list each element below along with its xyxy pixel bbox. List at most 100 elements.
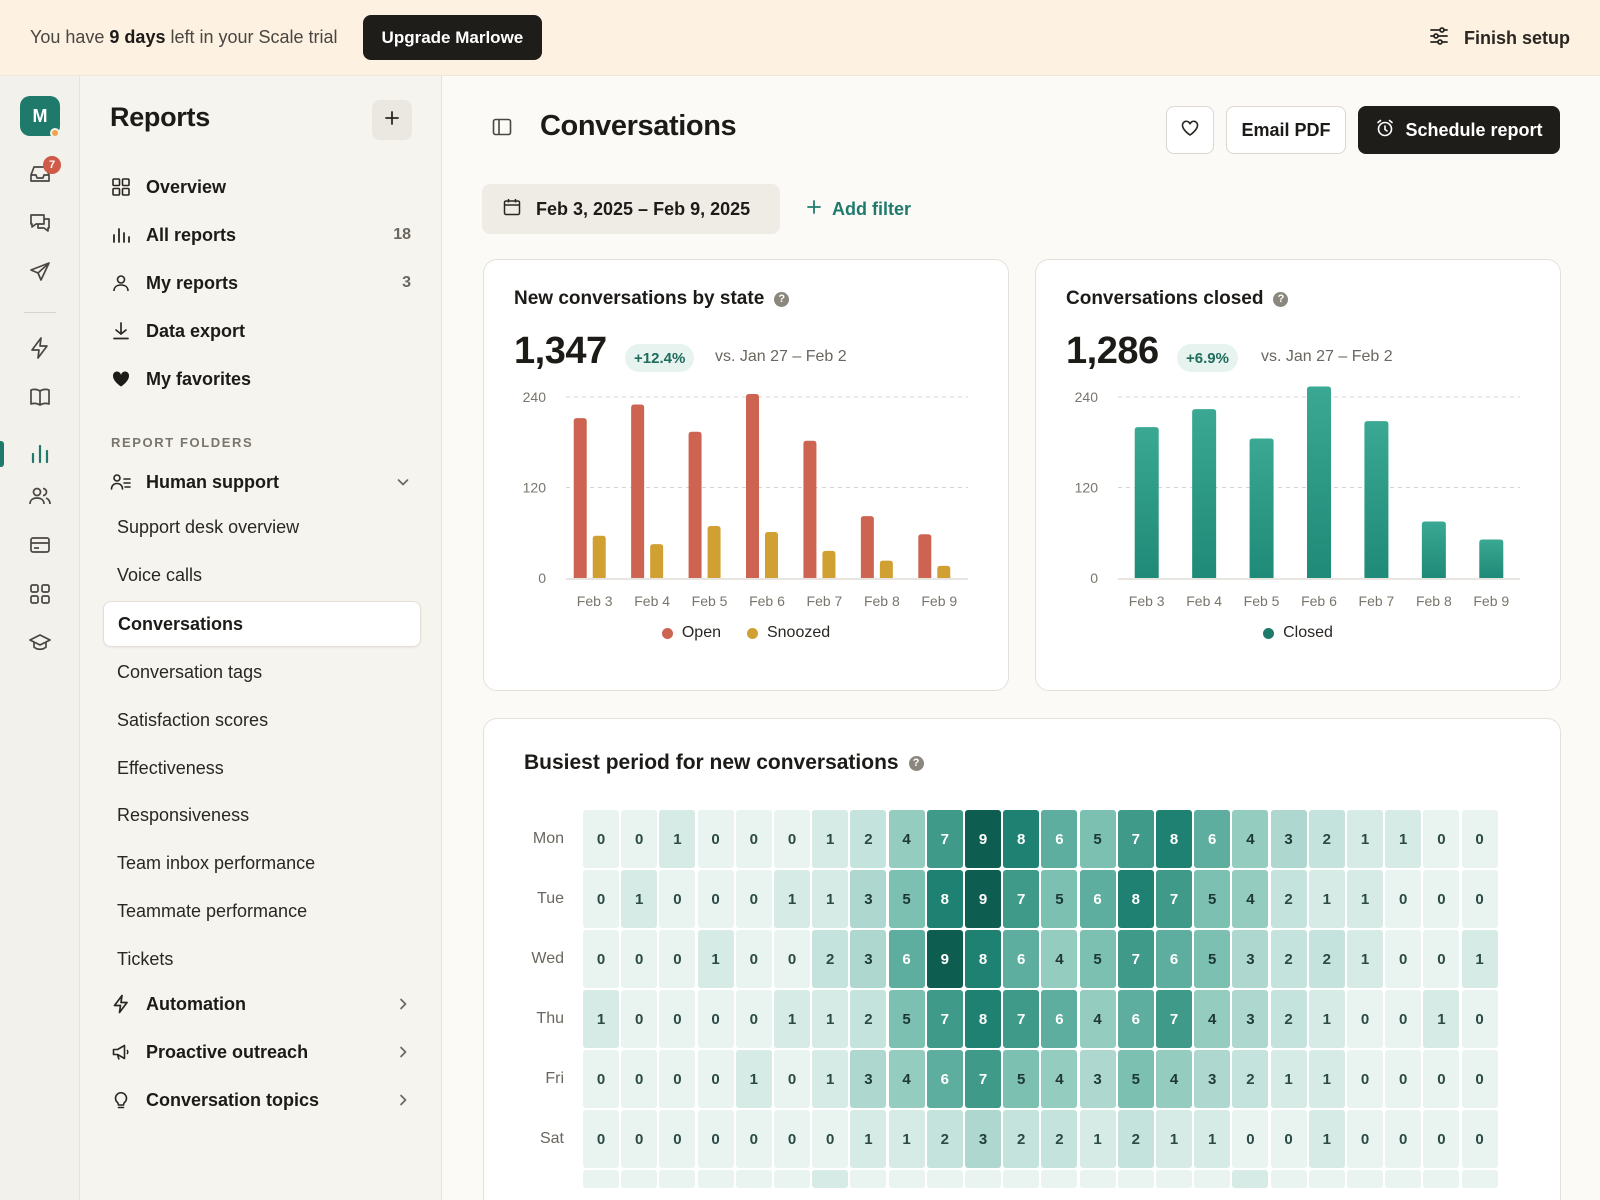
heatmap-cell[interactable]: 8 [926, 870, 963, 928]
heatmap-cell[interactable]: 0 [659, 1050, 696, 1108]
heatmap-cell[interactable]: 1 [812, 1050, 849, 1108]
date-range-picker[interactable]: Feb 3, 2025 – Feb 9, 2025 [482, 184, 780, 234]
heatmap-cell[interactable]: 5 [888, 990, 925, 1048]
bar-closed[interactable] [1192, 409, 1217, 578]
bar-snoozed[interactable] [592, 535, 606, 578]
sidebar-item-data-export[interactable]: Data export [110, 311, 411, 351]
schedule-report-button[interactable]: Schedule report [1358, 106, 1560, 154]
heatmap-cell[interactable]: 0 [697, 1050, 734, 1108]
heatmap-cell[interactable]: 7 [926, 990, 963, 1048]
heatmap-cell[interactable]: 0 [1461, 810, 1498, 868]
heatmap-cell[interactable]: 0 [1385, 1050, 1422, 1108]
heatmap-cell[interactable]: 0 [659, 990, 696, 1048]
heatmap-cell[interactable]: 7 [1156, 990, 1192, 1048]
bar-chart-icon[interactable] [26, 440, 54, 468]
apps-icon[interactable] [26, 580, 54, 608]
help-icon[interactable]: ? [908, 755, 924, 771]
heatmap-cell[interactable]: 3 [850, 870, 887, 928]
heatmap-cell[interactable]: 5 [1194, 870, 1231, 928]
heatmap-cell[interactable]: 6 [1079, 870, 1116, 928]
heatmap-cell[interactable]: 0 [621, 990, 658, 1048]
folder-proactive-outreach[interactable]: Proactive outreach [110, 1032, 411, 1072]
heatmap-cell[interactable]: 1 [697, 930, 734, 988]
heatmap-cell[interactable] [1385, 1170, 1422, 1188]
heatmap-cell[interactable]: 1 [1308, 1110, 1345, 1168]
bar-closed[interactable] [1421, 521, 1446, 578]
heatmap-cell[interactable]: 0 [697, 810, 734, 868]
heatmap-cell[interactable]: 5 [1194, 930, 1231, 988]
bar-closed[interactable] [1249, 438, 1274, 578]
heatmap-cell[interactable]: 7 [1003, 990, 1040, 1048]
finish-setup-button[interactable]: Finish setup [1428, 0, 1570, 76]
heatmap-cell[interactable]: 7 [926, 810, 963, 868]
heatmap-cell[interactable]: 0 [774, 930, 810, 988]
heatmap-cell[interactable]: 4 [1232, 810, 1269, 868]
heatmap-cell[interactable]: 0 [735, 930, 772, 988]
subitem-responsiveness[interactable]: Responsiveness [117, 793, 249, 837]
heatmap-cell[interactable]: 1 [621, 870, 658, 928]
subitem-voice-calls[interactable]: Voice calls [117, 553, 202, 597]
heatmap-cell[interactable]: 1 [1308, 990, 1345, 1048]
folder-automation[interactable]: Automation [110, 984, 411, 1024]
heatmap-cell[interactable]: 1 [1079, 1110, 1116, 1168]
bar-snoozed[interactable] [879, 560, 893, 578]
bar-open[interactable] [746, 393, 759, 578]
send-icon[interactable] [26, 258, 54, 286]
heatmap-cell[interactable] [583, 1170, 619, 1188]
subitem-effectiveness[interactable]: Effectiveness [117, 746, 224, 790]
bar-open[interactable] [688, 431, 702, 578]
heatmap-cell[interactable]: 7 [965, 1050, 1001, 1108]
heatmap-cell[interactable]: 2 [850, 810, 887, 868]
heatmap-cell[interactable]: 0 [1347, 990, 1383, 1048]
heatmap-cell[interactable]: 3 [1232, 930, 1269, 988]
heatmap-cell[interactable] [1347, 1170, 1383, 1188]
heatmap-cell[interactable] [1308, 1170, 1345, 1188]
heatmap-cell[interactable]: 0 [1385, 870, 1422, 928]
heatmap-cell[interactable]: 0 [735, 810, 772, 868]
heatmap-cell[interactable]: 1 [812, 870, 849, 928]
book-icon[interactable] [26, 383, 54, 411]
heatmap-cell[interactable]: 4 [1232, 870, 1269, 928]
heatmap-cell[interactable]: 3 [1232, 990, 1269, 1048]
bar-open[interactable] [631, 404, 645, 578]
heatmap-cell[interactable]: 0 [697, 990, 734, 1048]
heatmap-cell[interactable]: 6 [1003, 930, 1040, 988]
heatmap-cell[interactable] [850, 1170, 887, 1188]
heatmap-cell[interactable]: 0 [1270, 1110, 1307, 1168]
subitem-support-desk-overview[interactable]: Support desk overview [117, 505, 299, 549]
heatmap-cell[interactable]: 1 [850, 1110, 887, 1168]
heatmap-cell[interactable]: 2 [850, 990, 887, 1048]
heatmap-cell[interactable]: 0 [774, 1050, 810, 1108]
heatmap-cell[interactable] [1117, 1170, 1154, 1188]
heatmap-cell[interactable]: 8 [965, 930, 1001, 988]
heatmap-cell[interactable]: 0 [1423, 930, 1460, 988]
heatmap-cell[interactable]: 6 [1117, 990, 1154, 1048]
heatmap-cell[interactable]: 0 [621, 810, 658, 868]
heatmap-cell[interactable]: 9 [926, 930, 963, 988]
heatmap-cell[interactable]: 0 [1423, 870, 1460, 928]
favorite-button[interactable] [1166, 106, 1214, 154]
heatmap-cell[interactable]: 3 [1270, 810, 1307, 868]
bar-snoozed[interactable] [707, 525, 721, 578]
heatmap-cell[interactable]: 1 [1156, 1110, 1192, 1168]
heatmap-cell[interactable]: 0 [659, 930, 696, 988]
heatmap-cell[interactable]: 3 [1194, 1050, 1231, 1108]
subitem-conversations[interactable]: Conversations [103, 601, 421, 647]
heatmap-cell[interactable]: 0 [1347, 1110, 1383, 1168]
subitem-team-inbox-performance[interactable]: Team inbox performance [117, 841, 315, 885]
card-icon[interactable] [26, 531, 54, 559]
heatmap-cell[interactable]: 2 [1308, 930, 1345, 988]
heatmap-cell[interactable]: 7 [1117, 810, 1154, 868]
heatmap-cell[interactable] [812, 1170, 849, 1188]
heatmap-cell[interactable]: 6 [1156, 930, 1192, 988]
heatmap-cell[interactable]: 0 [1385, 1110, 1422, 1168]
heatmap-cell[interactable]: 9 [965, 810, 1001, 868]
heatmap-cell[interactable]: 5 [1079, 930, 1116, 988]
heatmap-cell[interactable]: 0 [774, 810, 810, 868]
heatmap-cell[interactable]: 0 [621, 1110, 658, 1168]
subitem-satisfaction-scores[interactable]: Satisfaction scores [117, 698, 268, 742]
heatmap-cell[interactable]: 4 [1194, 990, 1231, 1048]
sidebar-toggle-icon[interactable] [491, 116, 513, 138]
heatmap-cell[interactable]: 6 [926, 1050, 963, 1108]
heatmap-cell[interactable]: 7 [1156, 870, 1192, 928]
